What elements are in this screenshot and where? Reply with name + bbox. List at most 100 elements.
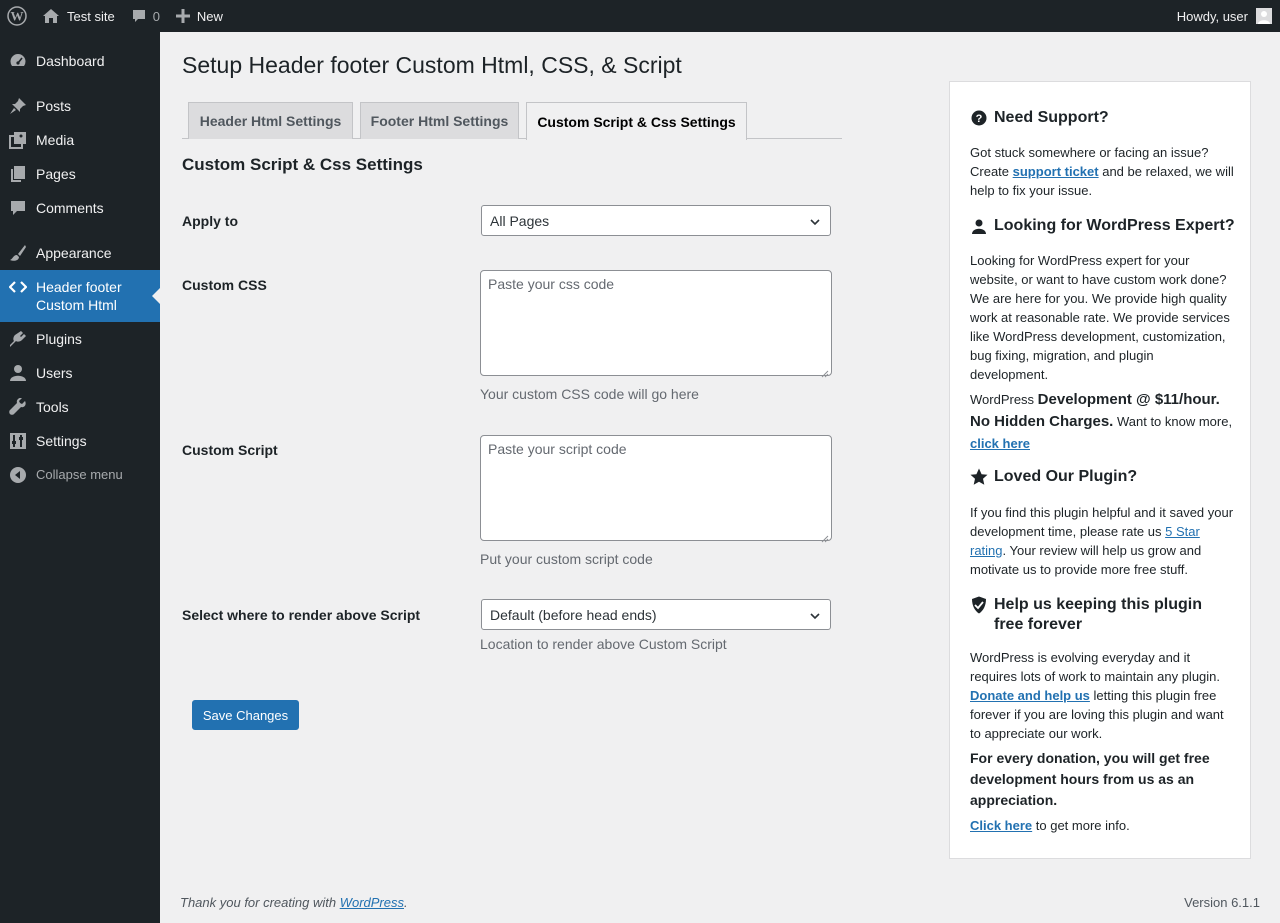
plugin-icon (9, 330, 27, 348)
comment-icon (131, 8, 147, 24)
footer-thanks-suffix: . (404, 895, 408, 910)
custom-script-textarea[interactable]: Paste your script code (480, 435, 832, 543)
comments-count: 0 (152, 8, 160, 24)
sidebar-item-label: Header footer Custom Html (36, 279, 122, 313)
free-title: Help us keeping this plugin free forever (994, 596, 1203, 633)
expert-price: WordPress Development @ $11/hour. No Hid… (970, 389, 1234, 455)
sidebar-item-label: Appearance (36, 245, 112, 261)
apply-to-label: Apply to (182, 213, 238, 229)
expert-title: Looking for WordPress Expert? (994, 217, 1235, 234)
collapse-menu-button[interactable]: Collapse menu (0, 466, 160, 484)
render-location-description: Location to render above Custom Script (480, 636, 727, 652)
need-support-heading: ? Need Support? (970, 108, 1109, 128)
wordpress-link[interactable]: WordPress (340, 895, 404, 910)
support-box: ? Need Support? Got stuck somewhere or f… (949, 81, 1251, 859)
tab-footer-html[interactable]: Footer Html Settings (360, 102, 519, 139)
sidebar-item-label: Tools (36, 399, 69, 415)
sidebar-item-appearance[interactable]: Appearance (0, 244, 160, 262)
sidebar-item-label: Pages (36, 166, 76, 182)
sidebar-item-pages[interactable]: Pages (0, 165, 160, 183)
collapse-icon (9, 466, 27, 484)
admin-menu: Dashboard Posts Media Pages Comments App… (0, 32, 160, 923)
question-icon: ? (970, 109, 988, 127)
sidebar-item-label: Settings (36, 433, 87, 449)
click-here-link[interactable]: click here (970, 436, 1030, 451)
expert-heading: Looking for WordPress Expert? (970, 216, 1235, 236)
sidebar-item-label: Media (36, 132, 75, 148)
svg-text:W: W (11, 9, 24, 24)
render-location-label: Select where to render above Script (182, 607, 421, 623)
sidebar-item-users[interactable]: Users (0, 364, 160, 382)
collapse-menu-label: Collapse menu (36, 467, 123, 482)
custom-css-description: Your custom CSS code will go here (480, 386, 699, 402)
svg-text:?: ? (976, 113, 983, 125)
brush-icon (9, 244, 27, 262)
tab-custom-script-css[interactable]: Custom Script & Css Settings (526, 102, 747, 140)
sidebar-item-settings[interactable]: Settings (0, 432, 160, 450)
custom-css-placeholder: Paste your css code (488, 276, 615, 292)
sidebar-item-posts[interactable]: Posts (0, 97, 160, 115)
footer-thanks-prefix: Thank you for creating with (180, 895, 340, 910)
comments-link[interactable]: 0 (123, 0, 168, 32)
apply-to-value: All Pages (490, 212, 550, 229)
loved-text-after: . Your review will help us grow and moti… (970, 543, 1202, 577)
main-content: Setup Header footer Custom Html, CSS, & … (160, 32, 1280, 923)
loved-heading: Loved Our Plugin? (970, 467, 1137, 487)
site-name: Test site (67, 8, 115, 24)
click-here-info-link[interactable]: Click here (970, 818, 1032, 833)
free-text-before: WordPress is evolving everyday and it re… (970, 650, 1221, 684)
support-ticket-link[interactable]: support ticket (1013, 164, 1099, 179)
sidebar-item-label: Dashboard (36, 53, 105, 69)
new-label: New (196, 8, 223, 24)
plus-icon (175, 9, 190, 23)
custom-css-textarea[interactable]: Paste your css code (480, 270, 832, 378)
click-here-text: Click here to get more info. (970, 816, 1234, 835)
resize-handle-icon[interactable] (821, 365, 829, 378)
wrench-icon (9, 398, 27, 416)
sidebar-item-header-footer[interactable]: Header footer Custom Html (0, 270, 160, 322)
chevron-down-icon (809, 215, 821, 227)
expert-price-prefix: WordPress (970, 392, 1038, 407)
sidebar-item-dashboard[interactable]: Dashboard (0, 52, 160, 70)
free-heading: Help us keeping this plugin free forever (970, 595, 1234, 635)
chevron-down-icon (809, 609, 821, 621)
render-location-select[interactable]: Default (before head ends) (481, 599, 831, 630)
page-title: Setup Header footer Custom Html, CSS, & … (182, 52, 682, 78)
my-account-link[interactable]: Howdy, user (1169, 0, 1280, 32)
sidebar-item-media[interactable]: Media (0, 131, 160, 149)
tab-header-html[interactable]: Header Html Settings (188, 102, 353, 139)
click-here-after: to get more info. (1032, 818, 1130, 833)
custom-script-label: Custom Script (182, 442, 278, 458)
wordpress-logo-icon[interactable]: W (0, 0, 34, 32)
pin-icon (9, 97, 27, 115)
settings-icon (9, 432, 27, 450)
site-name-link[interactable]: Test site (34, 0, 123, 32)
free-text: WordPress is evolving everyday and it re… (970, 648, 1234, 743)
custom-script-placeholder: Paste your script code (488, 441, 627, 457)
custom-script-description: Put your custom script code (480, 551, 653, 567)
sidebar-item-plugins[interactable]: Plugins (0, 330, 160, 348)
dashboard-icon (9, 52, 27, 70)
section-title: Custom Script & Css Settings (182, 155, 423, 174)
footer-thanks: Thank you for creating with WordPress. (180, 895, 408, 910)
custom-css-label: Custom CSS (182, 277, 267, 293)
sidebar-item-tools[interactable]: Tools (0, 398, 160, 416)
shield-icon (970, 596, 988, 614)
need-support-title: Need Support? (994, 109, 1109, 126)
expert-price-suffix: Want to know more, (1113, 414, 1233, 429)
user-icon (970, 217, 988, 235)
pages-icon (9, 165, 27, 183)
sidebar-item-label: Posts (36, 98, 72, 114)
sidebar-item-label: Plugins (36, 331, 82, 347)
loved-title: Loved Our Plugin? (994, 468, 1138, 485)
user-icon (9, 364, 27, 382)
resize-handle-icon[interactable] (821, 530, 829, 543)
loved-text: If you find this plugin helpful and it s… (970, 503, 1234, 579)
sidebar-item-comments[interactable]: Comments (0, 199, 160, 217)
star-icon (970, 468, 988, 486)
donate-link[interactable]: Donate and help us (970, 688, 1090, 703)
save-changes-button[interactable]: Save Changes (192, 700, 299, 730)
apply-to-select[interactable]: All Pages (481, 205, 831, 236)
media-icon (9, 131, 27, 149)
new-content-link[interactable]: New (168, 0, 231, 32)
